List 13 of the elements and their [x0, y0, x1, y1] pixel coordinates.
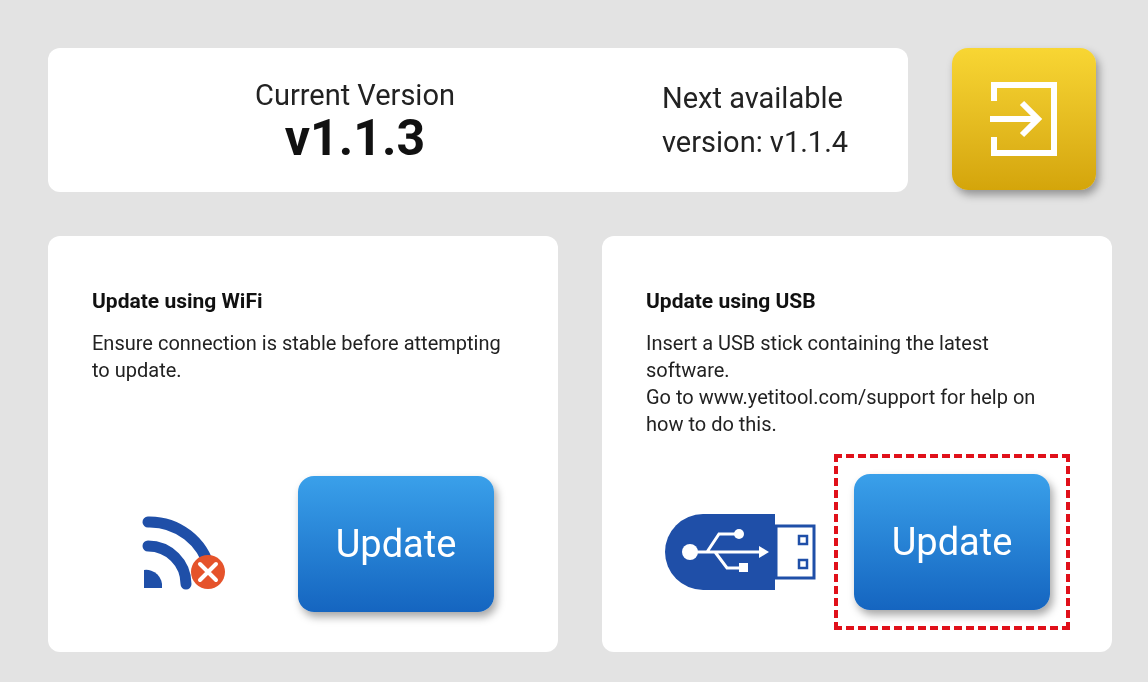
exit-button[interactable] — [952, 48, 1096, 190]
usb-stick-icon — [663, 512, 817, 592]
card-description: Ensure connection is stable before attempting to update. — [92, 329, 502, 384]
current-version-value: v1.1.3 — [284, 113, 426, 164]
card-description: Go to www.yetitool.com/support for help on how to do this. — [646, 383, 1037, 438]
next-version-text: Next available version: v1.1.4 — [662, 80, 850, 161]
card-description: Insert a USB stick containing the latest software. — [646, 329, 990, 384]
update-button[interactable]: Update — [854, 474, 1050, 610]
card-title: Update using USB — [646, 288, 817, 315]
exit-icon — [990, 81, 1058, 157]
current-version-label: Current Version — [255, 76, 455, 114]
card-title: Update using WiFi — [92, 288, 264, 315]
update-button[interactable]: Update — [298, 476, 494, 612]
